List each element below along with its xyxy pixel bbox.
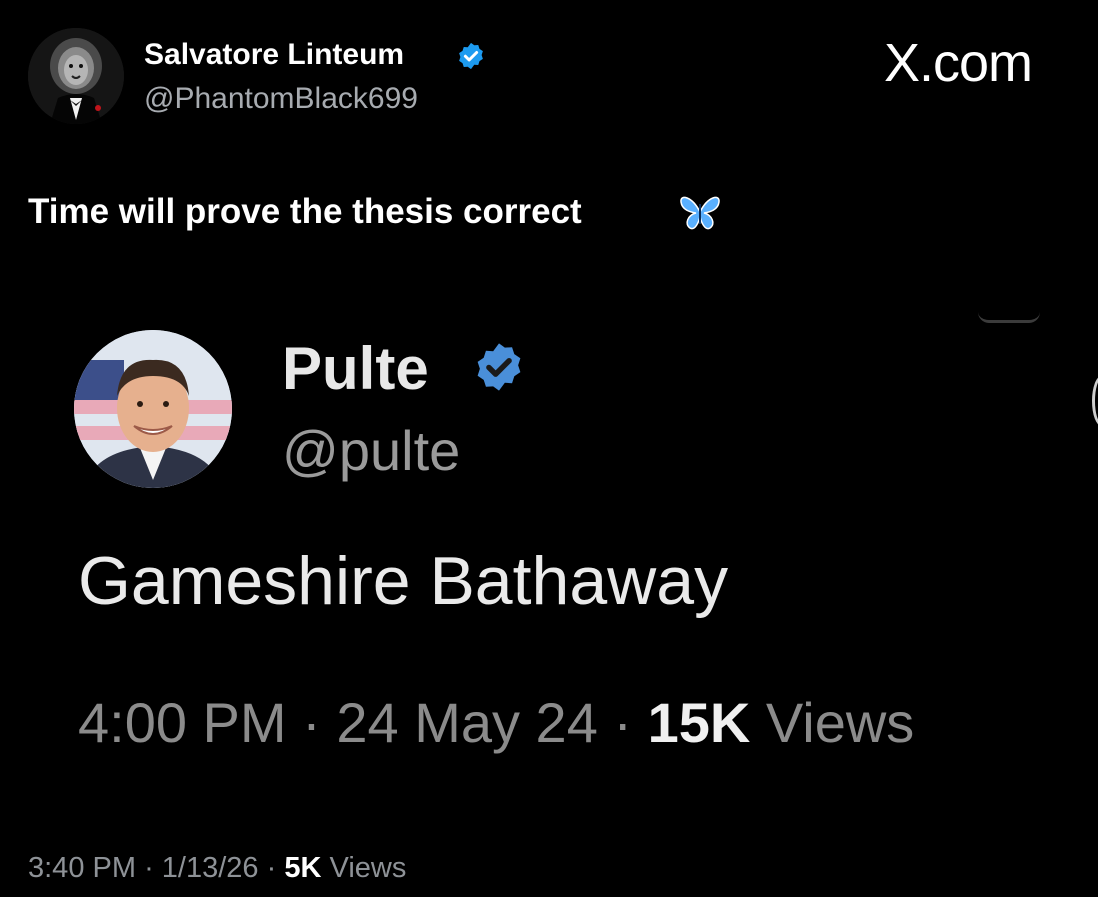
quoted-display-name: Pulte bbox=[282, 335, 429, 402]
brand-logo: X.com bbox=[884, 33, 1033, 93]
views-label[interactable]: Views bbox=[330, 852, 407, 884]
man-smiling-avatar-icon bbox=[74, 330, 232, 488]
quoted-views-count: 15K bbox=[647, 691, 751, 754]
separator: · bbox=[613, 691, 633, 754]
avatar[interactable] bbox=[28, 28, 124, 124]
quoted-time: 4:00 PM bbox=[78, 691, 287, 754]
post-text: Time will prove the thesis correct bbox=[28, 192, 582, 231]
separator: · bbox=[144, 852, 154, 884]
quoted-meta: 4:00 PM · 24 May 24 · 15K Views bbox=[78, 690, 914, 755]
views-count[interactable]: 5K bbox=[284, 852, 321, 884]
separator: · bbox=[302, 691, 321, 754]
post-date[interactable]: 1/13/26 bbox=[162, 852, 259, 884]
butterfly-icon bbox=[678, 192, 722, 232]
quoted-text: Gameshire Bathaway bbox=[78, 543, 729, 619]
separator: · bbox=[266, 852, 277, 884]
verified-badge-icon bbox=[456, 41, 486, 71]
post-time[interactable]: 3:40 PM bbox=[28, 852, 136, 884]
verified-badge-icon bbox=[472, 340, 526, 394]
quoted-views-label: Views bbox=[765, 691, 915, 754]
post-meta: 3:40 PM · 1/13/26 · 5K Views bbox=[28, 852, 406, 885]
author-display-name[interactable]: Salvatore Linteum bbox=[144, 38, 404, 72]
author-handle[interactable]: @PhantomBlack699 bbox=[144, 82, 418, 116]
embed-top-handle bbox=[978, 312, 1040, 323]
quoted-date: 24 May 24 bbox=[336, 691, 598, 754]
quoted-avatar bbox=[74, 330, 232, 488]
lion-avatar-icon bbox=[28, 28, 124, 124]
quoted-handle: @pulte bbox=[282, 419, 461, 482]
